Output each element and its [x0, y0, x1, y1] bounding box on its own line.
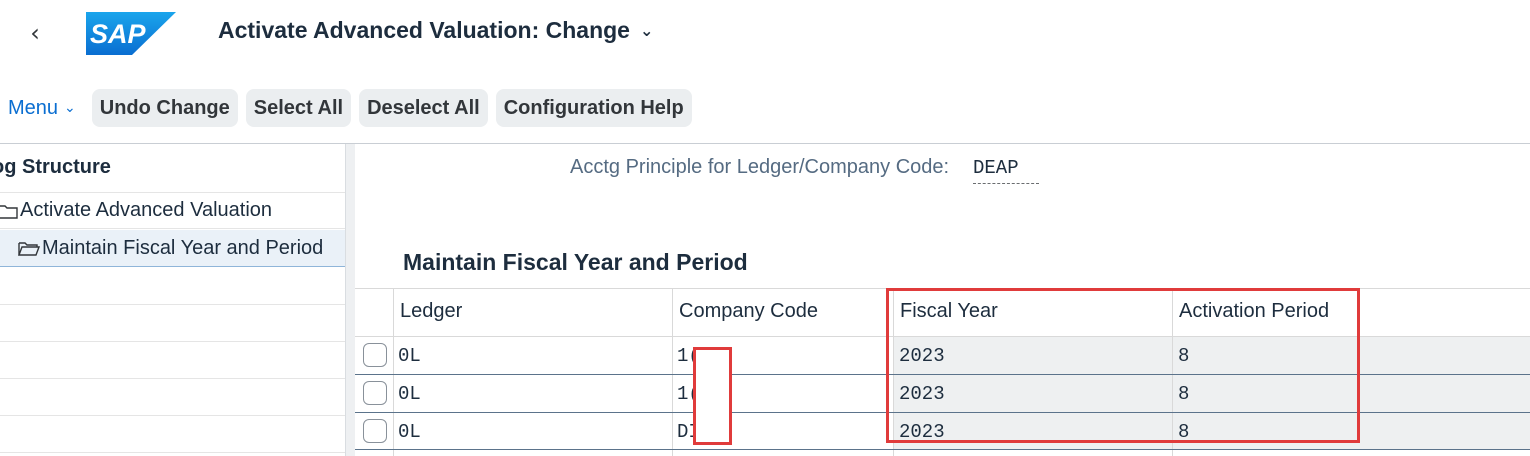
undo-change-button[interactable]: Undo Change: [91, 89, 238, 127]
folder-icon: [0, 204, 18, 219]
col-header-company-code[interactable]: Company Code: [679, 300, 818, 323]
toolbar: Menu ⌄ Undo Change Select All Deselect A…: [0, 88, 692, 128]
tree-row-empty: [0, 268, 345, 305]
tree-row-empty: [0, 379, 345, 416]
deselect-all-button[interactable]: Deselect All: [359, 89, 488, 127]
back-button[interactable]: ‹: [22, 18, 48, 48]
acctg-principle-value: DEAP: [973, 157, 1039, 184]
row-select-checkbox[interactable]: [363, 381, 387, 405]
open-folder-icon: [18, 242, 40, 256]
tree-row-empty: [0, 416, 345, 453]
pane-splitter[interactable]: [345, 144, 355, 456]
cell-ledger: 0L: [398, 345, 421, 367]
redaction-box: [693, 347, 732, 445]
row-select-checkbox[interactable]: [363, 343, 387, 367]
row-select-checkbox[interactable]: [363, 419, 387, 443]
tree-item-activate-advanced-valuation[interactable]: Activate Advanced Valuation: [0, 192, 345, 229]
sap-logo: SAP: [86, 12, 176, 55]
col-header-ledger[interactable]: Ledger: [400, 300, 462, 323]
tree-header: og Structure: [0, 156, 111, 178]
logo-text: SAP: [90, 19, 147, 49]
cell-ledger: 0L: [398, 383, 421, 405]
chevron-down-icon: ⌄: [64, 100, 76, 116]
col-divider: [393, 288, 394, 456]
configuration-help-button[interactable]: Configuration Help: [495, 89, 692, 127]
chevron-down-icon: ⌄: [639, 21, 654, 40]
menu-button[interactable]: Menu ⌄: [0, 97, 84, 120]
acctg-principle-label: Acctg Principle for Ledger/Company Code:: [570, 156, 950, 178]
chevron-left-icon: ‹: [30, 19, 40, 47]
shell-bar: ‹ SAP Activate Advanced Valuation: Chang…: [0, 0, 1530, 68]
row-divider: [355, 449, 1530, 450]
cell-ledger: 0L: [398, 421, 421, 443]
app-title-text: Activate Advanced Valuation: Change: [218, 17, 630, 43]
tree-item-label: Activate Advanced Valuation: [20, 199, 273, 221]
tree-item-maintain-fiscal-year[interactable]: Maintain Fiscal Year and Period: [0, 230, 345, 267]
dialog-structure-tree: og Structure Activate Advanced Valuation…: [0, 144, 345, 456]
tree-item-label: Maintain Fiscal Year and Period: [42, 236, 324, 259]
tree-row-empty: [0, 342, 345, 379]
app-title[interactable]: Activate Advanced Valuation: Change ⌄: [218, 17, 653, 44]
highlight-box: [886, 288, 1360, 443]
main-content: Acctg Principle for Ledger/Company Code:…: [355, 144, 1530, 456]
select-all-button[interactable]: Select All: [245, 89, 352, 127]
tree-row-empty: [0, 305, 345, 342]
section-title: Maintain Fiscal Year and Period: [403, 249, 748, 275]
menu-label: Menu: [8, 96, 59, 119]
col-divider: [672, 288, 673, 456]
